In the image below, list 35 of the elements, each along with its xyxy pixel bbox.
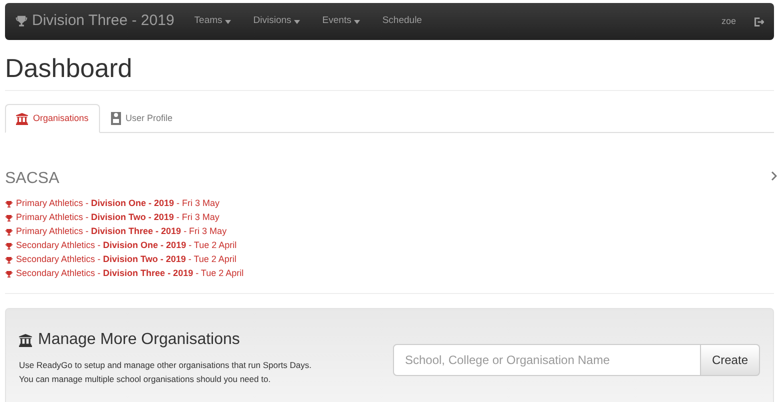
event-link[interactable]: Secondary Athletics - Division Two - 2019 - Tue 2 April	[16, 253, 236, 267]
logout-icon[interactable]	[754, 16, 764, 26]
organisation-search-field[interactable]: School, College or Organisation Name	[392, 344, 701, 376]
tab[interactable]: User Profile	[100, 104, 184, 133]
trophy-icon	[5, 242, 13, 250]
bank-icon	[16, 112, 28, 124]
nav-menu[interactable]: Schedule	[382, 14, 422, 29]
page-title: Dashboard	[5, 52, 134, 84]
nav-menu[interactable]: Teams	[194, 14, 232, 29]
user-link[interactable]: zoe	[721, 14, 736, 28]
chevron-icon	[771, 171, 777, 181]
organisation-name: SACSA	[5, 169, 60, 189]
trophy-icon	[5, 270, 13, 278]
id-badge-icon	[110, 112, 121, 125]
event-link[interactable]: Primary Athletics - Division One - 2019 - Fri 3 May	[16, 197, 220, 211]
event-link[interactable]: Secondary Athletics - Division One - 2019 - Tue 2 April	[16, 239, 237, 253]
trophy-icon	[5, 256, 13, 264]
trophy-icon	[5, 214, 13, 222]
event-link[interactable]: Secondary Athletics - Division Three - 2019 - Tue 2 April	[16, 267, 244, 281]
nav-menu[interactable]: Events	[322, 14, 360, 29]
brand-link[interactable]: Division Three - 2019	[15, 10, 174, 33]
panel-title: Manage More Organisations	[38, 330, 240, 350]
caret-icon	[294, 20, 300, 24]
nav-menu[interactable]: Divisions	[253, 14, 300, 29]
caret-icon	[225, 20, 232, 24]
caret-icon	[354, 20, 360, 24]
bank-icon	[19, 334, 32, 346]
trophy-icon	[5, 228, 13, 236]
trophy-icon	[15, 15, 28, 28]
panel-description: Use ReadyGo to setup and manage other organisations that run Sports Days. You can manage multiple school organisations should you need to.	[19, 359, 312, 386]
create-button[interactable]: Create	[700, 344, 760, 376]
event-link[interactable]: Primary Athletics - Division Two - 2019 - Fri 3 May	[16, 211, 220, 225]
event-link[interactable]: Primary Athletics - Division Three - 2019 - Fri 3 May	[16, 225, 227, 239]
trophy-icon	[5, 200, 13, 208]
tab[interactable]: Organisations	[5, 104, 100, 133]
